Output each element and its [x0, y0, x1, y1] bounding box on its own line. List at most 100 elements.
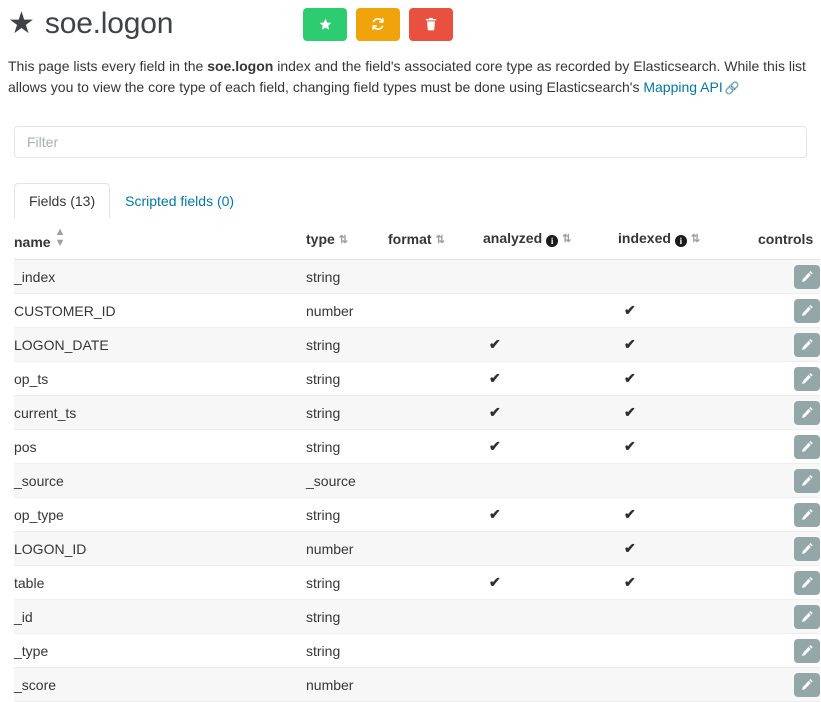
cell-field-name: op_ts	[14, 362, 306, 396]
set-default-index-button[interactable]	[303, 8, 347, 41]
table-row: tablestring ✔ ✔	[14, 566, 820, 600]
check-icon: ✔	[483, 438, 501, 455]
edit-icon	[801, 474, 814, 487]
tab-fields[interactable]: Fields (13)	[14, 183, 110, 219]
edit-field-button[interactable]	[794, 537, 820, 561]
check-icon: ✔	[483, 404, 501, 421]
page-header: ★ soe.logon	[8, 0, 813, 46]
edit-field-button[interactable]	[794, 469, 820, 493]
info-icon[interactable]: i	[675, 235, 687, 247]
edit-field-button[interactable]	[794, 435, 820, 459]
description-index-name: soe.logon	[207, 58, 273, 74]
cell-field-controls	[758, 532, 820, 566]
edit-field-button[interactable]	[794, 673, 820, 697]
cell-field-controls	[758, 396, 820, 430]
table-row: op_typestring✔✔	[14, 498, 820, 532]
cell-field-format	[388, 634, 483, 668]
mapping-api-link[interactable]: Mapping API	[643, 79, 722, 95]
edit-field-button[interactable]	[794, 571, 820, 595]
cell-field-type: number	[306, 294, 388, 328]
cell-field-controls	[758, 634, 820, 668]
column-header-name[interactable]: name▲▼	[14, 219, 306, 260]
cell-field-name: _source	[14, 464, 306, 498]
cell-field-name: LOGON_DATE	[14, 328, 306, 362]
cell-field-analyzed	[483, 600, 618, 634]
refresh-fields-button[interactable]	[356, 8, 400, 41]
edit-field-button[interactable]	[794, 639, 820, 663]
column-header-analyzed[interactable]: analyzedi⇅	[483, 219, 618, 260]
cell-field-name: table	[14, 566, 306, 600]
cell-field-type: number	[306, 668, 388, 702]
cell-field-indexed: ✔	[618, 328, 758, 362]
check-icon: ✔	[618, 302, 636, 319]
cell-field-name: LOGON_ID	[14, 532, 306, 566]
cell-field-analyzed: ✔	[483, 328, 618, 362]
table-row: LOGON_IDnumber✔	[14, 532, 820, 566]
table-row: _idstring	[14, 600, 820, 634]
check-icon: ✔	[618, 438, 636, 455]
check-icon: ✔	[483, 336, 501, 353]
edit-icon	[801, 644, 814, 657]
edit-field-button[interactable]	[794, 333, 820, 357]
check-icon: ✔	[618, 574, 636, 591]
table-row: CUSTOMER_IDnumber✔	[14, 294, 820, 328]
cell-field-name: _score	[14, 668, 306, 702]
table-header-row: name▲▼ type⇅ format⇅ analyzedi⇅ indexedi…	[14, 219, 820, 260]
column-header-type[interactable]: type⇅	[306, 219, 388, 260]
cell-field-type: string	[306, 396, 388, 430]
check-icon: ✔	[483, 574, 501, 591]
edit-icon	[801, 542, 814, 555]
edit-field-button[interactable]	[794, 605, 820, 629]
fields-table-container: name▲▼ type⇅ format⇅ analyzedi⇅ indexedi…	[8, 219, 813, 702]
cell-field-format	[388, 430, 483, 464]
edit-field-button[interactable]	[794, 265, 820, 289]
cell-field-analyzed	[483, 464, 618, 498]
fields-table: name▲▼ type⇅ format⇅ analyzedi⇅ indexedi…	[14, 219, 820, 702]
cell-field-name: current_ts	[14, 396, 306, 430]
table-row: _indexstring	[14, 260, 820, 294]
edit-icon	[801, 508, 814, 521]
cell-field-indexed	[618, 260, 758, 294]
cell-field-controls	[758, 260, 820, 294]
sort-icon: ⇅	[562, 234, 571, 245]
cell-field-type: _source	[306, 464, 388, 498]
cell-field-name: _id	[14, 600, 306, 634]
cell-field-type: string	[306, 634, 388, 668]
edit-field-button[interactable]	[794, 401, 820, 425]
column-header-format[interactable]: format⇅	[388, 219, 483, 260]
cell-field-format	[388, 566, 483, 600]
column-header-indexed[interactable]: indexedi⇅	[618, 219, 758, 260]
edit-icon	[801, 270, 814, 283]
edit-field-button[interactable]	[794, 503, 820, 527]
edit-icon	[801, 372, 814, 385]
edit-icon	[801, 678, 814, 691]
cell-field-analyzed	[483, 634, 618, 668]
cell-field-format	[388, 498, 483, 532]
edit-field-button[interactable]	[794, 367, 820, 391]
external-link-icon: 🔗	[725, 81, 740, 95]
cell-field-analyzed: ✔	[483, 566, 618, 600]
table-row: current_tsstring✔✔	[14, 396, 820, 430]
cell-field-indexed	[618, 600, 758, 634]
cell-field-indexed: ✔	[618, 498, 758, 532]
cell-field-format	[388, 600, 483, 634]
cell-field-indexed: ✔	[618, 362, 758, 396]
delete-index-pattern-button[interactable]	[409, 8, 453, 41]
cell-field-analyzed: ✔	[483, 430, 618, 464]
cell-field-type: string	[306, 600, 388, 634]
tab-scripted-fields[interactable]: Scripted fields (0)	[110, 183, 249, 219]
table-row: _source_source	[14, 464, 820, 498]
cell-field-analyzed	[483, 260, 618, 294]
tab-bar: Fields (13) Scripted fields (0)	[8, 183, 813, 219]
column-header-controls: controls	[758, 219, 820, 260]
page-title: soe.logon	[45, 9, 173, 39]
cell-field-name: _index	[14, 260, 306, 294]
check-icon: ✔	[618, 540, 636, 557]
info-icon[interactable]: i	[546, 235, 558, 247]
table-row: _typestring	[14, 634, 820, 668]
cell-field-format	[388, 328, 483, 362]
edit-field-button[interactable]	[794, 299, 820, 323]
filter-input[interactable]	[14, 126, 807, 158]
star-icon	[319, 18, 332, 31]
cell-field-type: string	[306, 566, 388, 600]
